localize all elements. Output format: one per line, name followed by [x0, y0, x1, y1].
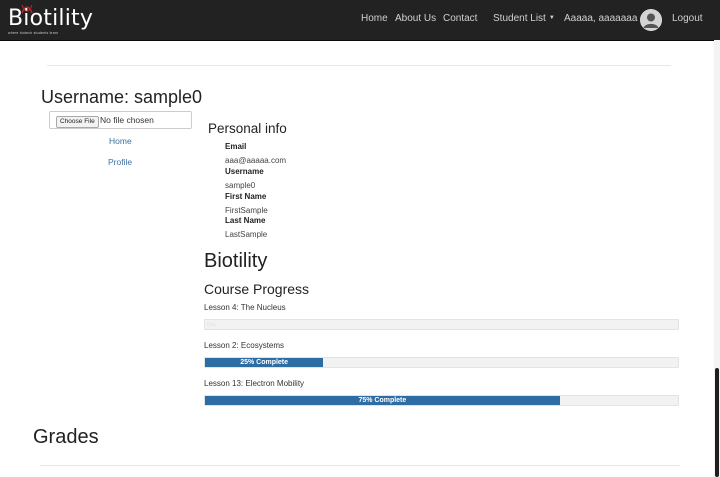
last-name-label: Last Name [225, 216, 266, 225]
avatar[interactable] [640, 9, 662, 31]
user-name[interactable]: Aaaaa, aaaaaaa [564, 13, 637, 24]
page-scrollbar[interactable] [714, 40, 720, 477]
last-name-value: LastSample [225, 230, 268, 239]
brand-logo[interactable]: Biotility where biotech students learn [8, 4, 93, 36]
progress-label: 0% [207, 322, 217, 329]
lesson-progress-bar: 0% [204, 319, 679, 330]
nav-contact-link[interactable]: Contact [443, 13, 477, 24]
lesson-title: Lesson 4: The Nucleus [204, 303, 286, 312]
brand-tagline: where biotech students learn [8, 31, 59, 35]
user-silhouette-icon [640, 9, 662, 31]
username-label: Username [225, 167, 264, 176]
progress-fill: 25% Complete [205, 358, 324, 367]
brand-name: Biotility [8, 6, 94, 31]
lesson-progress-bar: 25% Complete [204, 357, 679, 368]
nav-home-link[interactable]: Home [361, 13, 388, 24]
lesson-title: Lesson 13: Electron Mobility [204, 379, 305, 388]
progress-label: 25% Complete [240, 359, 289, 366]
avatar-upload-input[interactable]: Choose File No file chosen [49, 111, 192, 129]
student-list-label: Student List [493, 13, 546, 24]
email-label: Email [225, 142, 247, 151]
username-value: sample0 [225, 181, 256, 190]
first-name-value: FirstSample [225, 206, 268, 215]
first-name-label: First Name [225, 192, 267, 201]
scrollbar-thumb[interactable] [715, 368, 719, 477]
bottom-divider [40, 465, 680, 466]
top-navbar: Biotility where biotech students learn H… [0, 0, 720, 41]
course-heading: Biotility [204, 250, 268, 272]
logout-link[interactable]: Logout [672, 13, 703, 24]
sidebar-home-link[interactable]: Home [109, 136, 132, 146]
student-list-dropdown[interactable]: Student List ▼ [493, 13, 555, 24]
lesson-title: Lesson 2: Ecosystems [204, 341, 285, 350]
email-value: aaa@aaaaa.com [225, 156, 287, 165]
personal-info-heading: Personal info [208, 121, 287, 136]
progress-fill: 75% Complete [205, 396, 560, 405]
top-divider [47, 65, 671, 66]
lesson-progress-bar: 75% Complete [204, 395, 679, 406]
grades-heading: Grades [33, 426, 99, 448]
file-status-text: No file chosen [100, 115, 154, 125]
progress-label: 75% Complete [358, 397, 407, 404]
choose-file-button[interactable]: Choose File [56, 116, 99, 128]
username-heading: Username: sample0 [41, 87, 203, 107]
caret-down-icon: ▼ [548, 15, 555, 22]
nav-about-link[interactable]: About Us [395, 13, 436, 24]
course-progress-heading: Course Progress [204, 281, 310, 297]
sidebar-profile-link[interactable]: Profile [108, 157, 132, 167]
